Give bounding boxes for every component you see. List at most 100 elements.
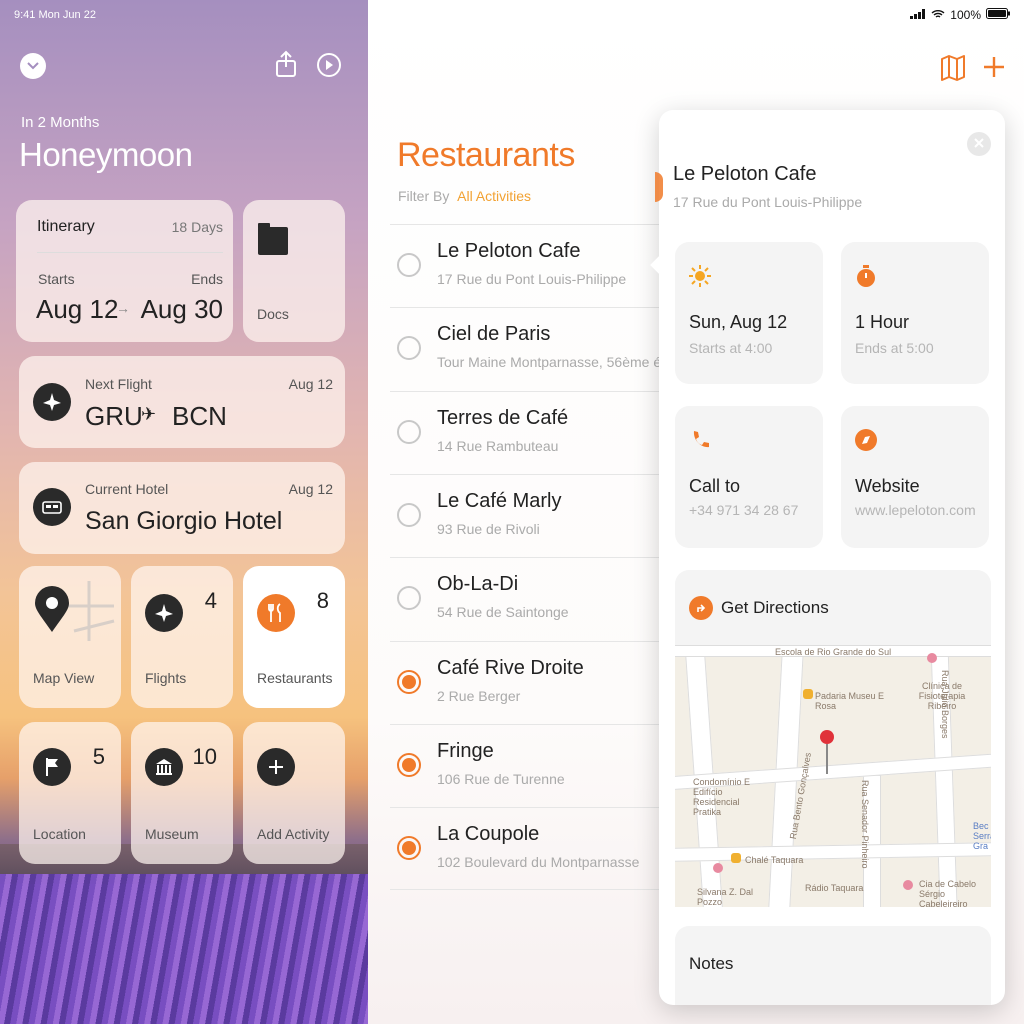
restaurant-name: Ob-La-Di bbox=[437, 573, 519, 596]
select-radio[interactable] bbox=[397, 752, 421, 777]
event-date: Sun, Aug 12 bbox=[689, 312, 788, 332]
poi-icon bbox=[803, 689, 813, 699]
map-label: Rádio Taquara bbox=[805, 883, 864, 893]
share-button[interactable] bbox=[273, 50, 299, 79]
end-date: Aug 30 bbox=[140, 294, 223, 324]
tile-location[interactable]: 5 Location bbox=[19, 722, 121, 864]
add-icon[interactable] bbox=[983, 56, 1005, 83]
location-map[interactable]: Escola de Rio Grande do Sul Padaria Muse… bbox=[675, 645, 991, 907]
select-radio[interactable] bbox=[397, 836, 421, 861]
page-title: Restaurants bbox=[397, 136, 575, 174]
itinerary-label: Itinerary bbox=[37, 218, 95, 235]
restaurant-address: 106 Rue de Turenne bbox=[437, 770, 565, 787]
current-hotel-card[interactable]: Current Hotel Aug 12 San Giorgio Hotel bbox=[19, 462, 345, 554]
list-item[interactable]: Terres de Café 14 Rue Rambuteau bbox=[390, 390, 660, 474]
signal-icon bbox=[910, 8, 926, 22]
flag-icon bbox=[33, 748, 71, 786]
duration-tile[interactable]: 1 Hour Ends at 5:00 bbox=[841, 242, 989, 384]
website-url[interactable]: www.lepeloton.com bbox=[855, 502, 976, 518]
flight-date: Aug 12 bbox=[288, 376, 333, 392]
list-item[interactable]: La Coupole 102 Boulevard du Montparnasse bbox=[390, 807, 660, 890]
phone-number[interactable]: +34 971 34 28 67 bbox=[689, 502, 798, 518]
close-icon bbox=[974, 135, 984, 153]
list-item[interactable]: Le Peloton Cafe 17 Rue du Pont Louis-Phil… bbox=[390, 224, 660, 307]
tile-flights[interactable]: 4 Flights bbox=[131, 566, 233, 708]
itinerary-card[interactable]: Itinerary 18 Days Starts Ends Aug 12 → A… bbox=[16, 200, 233, 342]
docs-card[interactable]: Docs bbox=[243, 200, 345, 342]
trip-title: Honeymoon bbox=[19, 136, 193, 173]
museum-icon bbox=[145, 748, 183, 786]
list-item[interactable]: Café Rive Droite 2 Rue Berger bbox=[390, 640, 660, 724]
tile-label: Location bbox=[33, 826, 86, 842]
event-duration: 1 Hour bbox=[855, 312, 910, 332]
notes-label: Notes bbox=[689, 954, 734, 973]
event-end: Ends at 5:00 bbox=[855, 340, 934, 356]
restaurant-address: 17 Rue du Pont Louis-Philippe bbox=[437, 271, 627, 287]
website-label: Website bbox=[855, 476, 920, 496]
sun-icon bbox=[688, 264, 712, 288]
poi-icon bbox=[927, 653, 937, 663]
detail-name: Le Peloton Cafe bbox=[673, 163, 817, 185]
restaurant-address: 2 Rue Berger bbox=[437, 687, 521, 704]
select-radio[interactable] bbox=[397, 419, 421, 444]
directions-row[interactable]: Get Directions bbox=[675, 570, 991, 646]
map-label: Padaria Museu E Rosa bbox=[815, 691, 885, 711]
tile-add-activity[interactable]: Add Activity bbox=[243, 722, 345, 864]
tile-restaurants[interactable]: 8 Restaurants bbox=[243, 566, 345, 708]
airplane-small-icon: ✈ bbox=[141, 404, 157, 424]
call-label: Call to bbox=[689, 476, 741, 496]
tile-label: Restaurants bbox=[257, 670, 333, 686]
flight-destination: BCN bbox=[172, 401, 227, 431]
restaurant-address: 54 Rue de Saintonge bbox=[437, 604, 569, 621]
select-radio[interactable] bbox=[397, 502, 421, 527]
website-tile[interactable]: Website www.lepeloton.com bbox=[841, 406, 989, 548]
tile-map-view[interactable]: Map View bbox=[19, 566, 121, 708]
tile-label: Flights bbox=[145, 670, 187, 686]
notes-section[interactable]: Notes bbox=[675, 926, 991, 1005]
select-radio[interactable] bbox=[397, 586, 421, 611]
arrow-right-icon: → bbox=[116, 300, 130, 316]
divider bbox=[37, 252, 223, 253]
tile-museum[interactable]: 10 Museum bbox=[131, 722, 233, 864]
list-item[interactable]: Ciel de Paris Tour Maine Montparnasse, 56… bbox=[390, 307, 662, 390]
list-item[interactable]: Ob-La-Di 54 Rue de Saintonge bbox=[390, 557, 660, 640]
docs-label: Docs bbox=[257, 306, 289, 322]
list-item[interactable]: Le Café Marly 93 Rue de Rivoli bbox=[390, 473, 660, 557]
restaurant-address: 93 Rue de Rivoli bbox=[437, 520, 540, 537]
map-toggle-icon[interactable] bbox=[940, 54, 966, 87]
select-radio[interactable] bbox=[397, 336, 421, 361]
tile-count: 8 bbox=[316, 588, 329, 613]
chevron-down-icon bbox=[27, 57, 39, 75]
settings-button[interactable] bbox=[316, 52, 342, 83]
map-label: Rua Júlio Borges bbox=[940, 670, 950, 739]
timer-icon bbox=[854, 264, 878, 288]
date-tile[interactable]: Sun, Aug 12 Starts at 4:00 bbox=[675, 242, 823, 384]
share-icon bbox=[275, 50, 297, 83]
list-item[interactable]: Fringe 106 Rue de Turenne bbox=[390, 723, 660, 807]
restaurant-address: Tour Maine Montparnasse, 56ème ét bbox=[437, 354, 662, 371]
battery-icon bbox=[986, 8, 1010, 22]
filter-value[interactable]: All Activities bbox=[457, 188, 531, 204]
call-tile[interactable]: Call to +34 971 34 28 67 bbox=[675, 406, 823, 548]
restaurant-name: Café Rive Droite bbox=[437, 656, 584, 679]
phone-icon bbox=[688, 428, 712, 452]
battery-percent: 100% bbox=[950, 8, 981, 22]
plus-icon bbox=[257, 748, 295, 786]
collapse-button[interactable] bbox=[20, 53, 46, 79]
background-lavender-field bbox=[0, 874, 368, 1024]
compass-icon bbox=[316, 52, 342, 83]
map-pin-icon bbox=[33, 586, 71, 639]
start-date: Aug 12 bbox=[36, 294, 119, 324]
detail-address: 17 Rue du Pont Louis-Philippe bbox=[673, 194, 863, 210]
flight-label: Next Flight bbox=[85, 376, 152, 392]
restaurant-address: 14 Rue Rambuteau bbox=[437, 437, 559, 454]
directions-icon bbox=[689, 596, 713, 620]
select-radio[interactable] bbox=[397, 669, 421, 694]
map-label: Condomínio E Edifício Residencial Pratik… bbox=[693, 777, 751, 817]
next-flight-card[interactable]: Next Flight Aug 12 GRU ✈ BCN bbox=[19, 356, 345, 448]
poi-icon bbox=[731, 853, 741, 863]
close-button[interactable] bbox=[967, 132, 991, 156]
filter-row[interactable]: Filter By All Activities bbox=[398, 188, 531, 204]
poi-icon bbox=[903, 880, 913, 890]
select-radio[interactable] bbox=[397, 253, 421, 277]
